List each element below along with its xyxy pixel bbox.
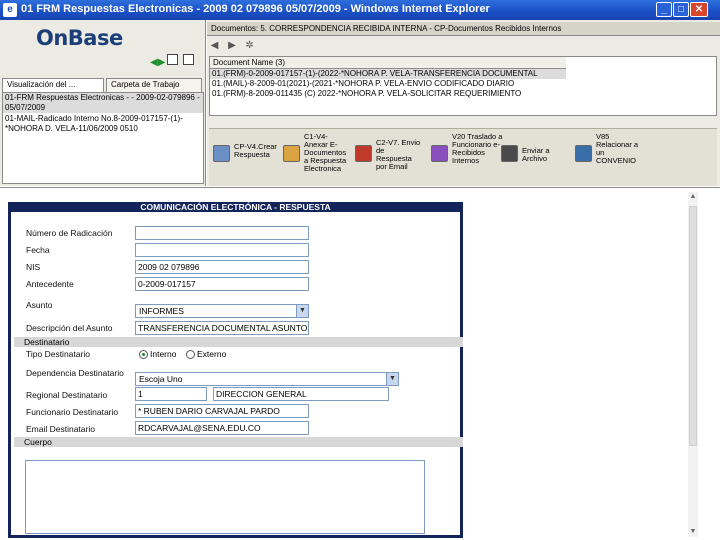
documents-tab[interactable]: Documentos: 5. CORRESPONDENCIA RECIBIDA … [207,22,720,36]
label-antecedente: Antecedente [26,279,74,289]
label-descripcion: Descripción del Asunto [26,323,113,333]
dependencia-value: Escoja Uno [139,374,183,384]
internet-explorer-icon: e [3,3,17,17]
chevron-down-icon[interactable]: ▼ [386,373,398,385]
task-label: C2-V7. Envio de Respuesta por Email [376,138,421,171]
funcionario-field[interactable]: * RUBEN DARIO CARVAJAL PARDO [135,404,309,418]
navigate-arrows-icon[interactable]: ◀▶ [150,57,165,68]
label-tipo: Tipo Destinatario [26,349,90,359]
close-button[interactable]: ✕ [690,2,708,17]
radio-externo[interactable]: Externo [186,349,227,360]
task-label: CP-V4.Crear Respuesta [234,142,277,159]
window-title-bar: e 01 FRM Respuestas Electronicas - 2009 … [0,0,720,20]
scroll-up-icon[interactable]: ▲ [688,192,698,202]
label-fecha: Fecha [26,245,50,255]
regional-code-field[interactable]: 1 [135,387,207,401]
email-field[interactable]: RDCARVAJAL@SENA.EDU.CO [135,421,309,435]
section-cuerpo: Cuerpo [14,437,463,447]
minimize-button[interactable]: _ [656,2,672,17]
form-area: ▲ ▼ COMUNICACIÓN ELECTRÓNICA - RESPUESTA… [0,187,720,540]
window-title: 01 FRM Respuestas Electronicas - 2009 02… [21,3,490,15]
asunto-select[interactable]: INFORMES ▼ [135,304,309,318]
list-item[interactable]: 01-FRM Respuestas Electronicas - - 2009-… [3,93,203,113]
document-list-header[interactable]: Document Name (3) [210,57,566,69]
radio-unselected-icon [186,350,195,360]
archive-icon [501,145,518,162]
dependencia-select[interactable]: Escoja Uno ▼ [135,372,399,386]
documents-toolbar: ◀ ▶ ✲ [209,40,259,54]
documents-panel: Documentos: 5. CORRESPONDENCIA RECIBIDA … [207,20,720,186]
descripcion-field[interactable]: TRANSFERENCIA DOCUMENTAL ASUNTO [135,321,309,335]
task-strip: CP-V4.Crear Respuesta C1-V4-Anexar E-Doc… [209,128,717,186]
label-nis: NIS [26,262,41,272]
document-row[interactable]: 01.(FRM)-8-2009-011435 (C) 2022-*NOHORA … [210,89,566,99]
scroll-down-icon[interactable]: ▼ [688,527,698,537]
task-label: Enviar a Archivo [522,146,550,163]
label-email: Email Destinatario [26,424,95,434]
task-label: C1-V4-Anexar E-Documentos a Respuesta El… [304,132,347,173]
label-funcionario: Funcionario Destinatario [26,407,119,417]
label-dependencia: Dependencia Destinatario [26,368,124,378]
nis-field[interactable]: 2009 02 079896 [135,260,309,274]
send-email-icon [355,145,372,162]
radio-externo-label: Externo [197,349,227,359]
forward-icon[interactable]: ▶ [227,40,238,51]
radio-interno-label: Interno [150,349,177,359]
settings-icon[interactable]: ✲ [244,40,255,51]
grid-view-icon[interactable] [183,54,195,65]
chevron-down-icon[interactable]: ▼ [296,305,308,317]
radio-interno[interactable]: Interno [139,349,177,360]
scroll-thumb[interactable] [689,206,697,446]
onbase-logo: OnBase [36,26,123,50]
document-row[interactable]: 01.(MAIL)-8-2009-01(2021)-(2021-*NOHORA … [210,79,566,89]
back-icon[interactable]: ◀ [209,40,220,51]
relate-agreement-icon [575,145,592,162]
left-tabs: Visualización del ... Carpeta de Trabajo [2,78,204,92]
response-form: COMUNICACIÓN ELECTRÓNICA - RESPUESTA Núm… [8,202,463,538]
document-row[interactable]: 01.(FRM)-0-2009-017157-(1)-(2022-*NOHORA… [210,69,566,79]
regional-name-field[interactable]: DIRECCION GENERAL [213,387,389,401]
section-destinatario: Destinatario [14,337,463,347]
task-label: V85 Relacionar a un CONVENIO [596,132,639,165]
form-title: COMUNICACIÓN ELECTRÓNICA - RESPUESTA [11,202,460,212]
label-asunto: Asunto [26,300,53,310]
attach-documents-icon [283,145,300,162]
workfolder-list: 01-FRM Respuestas Electronicas - - 2009-… [2,92,204,184]
label-radicado: Número de Radicación [26,228,113,238]
document-list: Document Name (3) 01.(FRM)-0-2009-017157… [209,56,717,116]
create-response-icon [213,145,230,162]
maximize-button[interactable]: □ [673,2,689,17]
tab-visualizacion[interactable]: Visualización del ... [2,78,104,92]
onbase-left-panel: OnBase ◀▶ Visualización del ... Carpeta … [0,20,206,186]
radicado-field[interactable] [135,226,309,240]
fecha-field[interactable] [135,243,309,257]
asunto-value: INFORMES [139,306,184,316]
tab-carpeta-trabajo[interactable]: Carpeta de Trabajo [106,78,202,92]
transfer-icon [431,145,448,162]
cuerpo-textarea[interactable] [25,460,425,534]
label-regional: Regional Destinatario [26,390,108,400]
left-toolbar: ◀▶ [150,54,197,68]
radio-selected-icon [139,350,148,360]
vertical-scrollbar[interactable]: ▲ ▼ [688,192,698,537]
split-view-icon[interactable] [166,54,178,65]
list-item[interactable]: 01-MAIL-Radicado Interno No.8-2009-01715… [3,114,203,134]
antecedente-field[interactable]: 0-2009-017157 [135,277,309,291]
